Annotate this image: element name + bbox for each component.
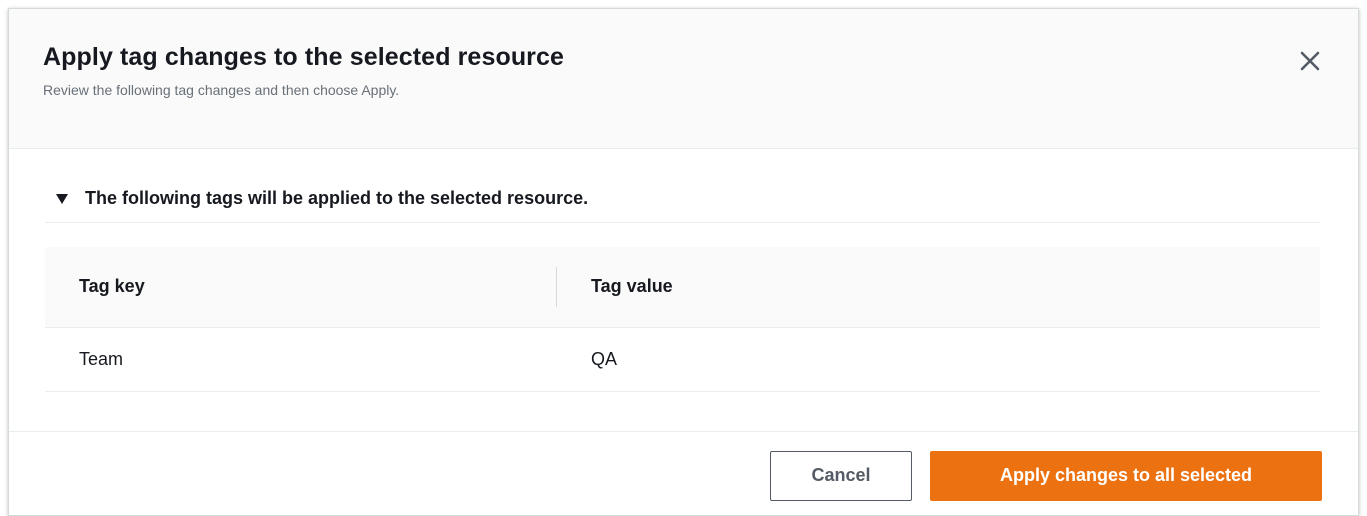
column-header-tag-value: Tag value (557, 247, 1320, 328)
table-row: Team QA (45, 327, 1320, 392)
apply-changes-button[interactable]: Apply changes to all selected (930, 450, 1322, 501)
modal-subtitle: Review the following tag changes and the… (43, 82, 400, 98)
tags-table: Tag key Tag value Team QA (45, 247, 1320, 392)
tags-expander[interactable]: The following tags will be applied to th… (45, 185, 1320, 223)
tag-key-cell: Team (45, 327, 557, 392)
close-icon (1300, 51, 1320, 71)
tag-value-cell: QA (557, 327, 1320, 392)
column-header-tag-key: Tag key (45, 247, 557, 328)
modal-body: The following tags will be applied to th… (9, 149, 1358, 392)
tag-changes-modal: Apply tag changes to the selected resour… (8, 8, 1359, 516)
table-header-row: Tag key Tag value (45, 247, 1320, 328)
close-button[interactable] (1296, 47, 1324, 75)
expander-label: The following tags will be applied to th… (85, 188, 589, 208)
caret-down-icon (56, 193, 68, 204)
cancel-button[interactable]: Cancel (770, 450, 912, 501)
modal-footer: Cancel Apply changes to all selected (9, 431, 1358, 515)
modal-header: Apply tag changes to the selected resour… (9, 9, 1358, 149)
modal-title: Apply tag changes to the selected resour… (43, 43, 565, 71)
